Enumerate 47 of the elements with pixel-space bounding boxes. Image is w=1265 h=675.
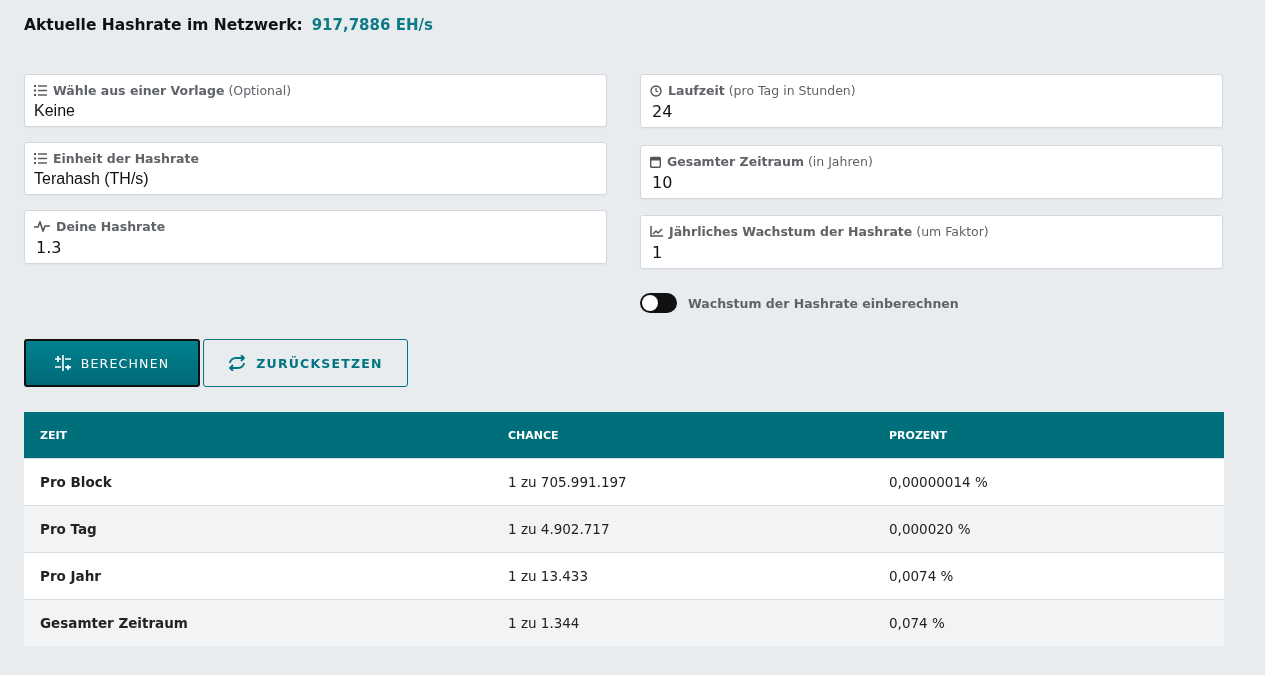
list-icon — [34, 153, 47, 164]
table-cell: 1 zu 13.433 — [492, 552, 873, 600]
table-cell: 0,074 % — [873, 599, 1224, 646]
column-header: PROZENT — [873, 412, 1224, 459]
calculate-button[interactable]: BERECHNEN — [24, 339, 200, 387]
table-cell: 1 zu 4.902.717 — [492, 505, 873, 553]
field-label: Deine Hashrate — [56, 219, 166, 234]
input-field[interactable]: 1.3 — [34, 238, 599, 257]
input-field[interactable]: 1 — [650, 243, 1215, 262]
table-cell: 0,00000014 % — [873, 458, 1224, 506]
hashrate-label: Aktuelle Hashrate im Netzwerk: — [24, 16, 303, 34]
calculator-icon — [54, 355, 71, 371]
refresh-icon — [228, 355, 247, 371]
hashrate-value: 917,7886 EH/s — [311, 16, 433, 34]
column-header: ZEIT — [24, 412, 492, 459]
field-label: Laufzeit (pro Tag in Stunden) — [668, 83, 856, 98]
toggle-label: Wachstum der Hashrate einberechnen — [688, 295, 959, 311]
field-label: Einheit der Hashrate — [53, 151, 199, 166]
field-label: Jährliches Wachstum der Hashrate (um Faktor) — [669, 224, 989, 239]
line-chart-icon — [650, 226, 663, 237]
table-cell: Pro Tag — [24, 505, 492, 553]
table-cell: Pro Block — [24, 458, 492, 506]
input-field[interactable]: 10 — [650, 173, 1215, 192]
table-cell: 1 zu 705.991.197 — [492, 458, 873, 506]
pulse-icon — [34, 221, 50, 232]
form-field[interactable]: Laufzeit (pro Tag in Stunden) 24 — [640, 74, 1223, 128]
form-field[interactable]: Wähle aus einer Vorlage (Optional) Keine — [24, 74, 607, 127]
form-field[interactable]: Deine Hashrate 1.3 — [24, 210, 607, 264]
table-cell: Gesamter Zeitraum — [24, 599, 492, 646]
list-icon — [34, 85, 47, 96]
table-cell: 0,0074 % — [873, 552, 1224, 600]
dropdown[interactable]: Keine — [34, 102, 597, 120]
table-cell: 0,000020 % — [873, 505, 1224, 553]
form-field[interactable]: Jährliches Wachstum der Hashrate (um Faktor) 1 — [640, 215, 1223, 269]
field-label: Gesamter Zeitraum (in Jahren) — [667, 154, 873, 169]
column-header: CHANCE — [492, 412, 873, 459]
field-label: Wähle aus einer Vorlage (Optional) — [53, 83, 292, 98]
timer-icon — [650, 84, 662, 97]
reset-button[interactable]: ZURÜCKSETZEN — [203, 339, 408, 387]
form-field[interactable]: Einheit der Hashrate Terahash (TH/s) — [24, 142, 607, 195]
calendar-icon — [650, 155, 661, 168]
form-field[interactable]: Gesamter Zeitraum (in Jahren) 10 — [640, 145, 1223, 199]
toggle-switch[interactable] — [640, 293, 677, 313]
dropdown[interactable]: Terahash (TH/s) — [34, 170, 597, 188]
input-field[interactable]: 24 — [650, 102, 1215, 121]
table-cell: 1 zu 1.344 — [492, 599, 873, 646]
table-cell: Pro Jahr — [24, 552, 492, 600]
